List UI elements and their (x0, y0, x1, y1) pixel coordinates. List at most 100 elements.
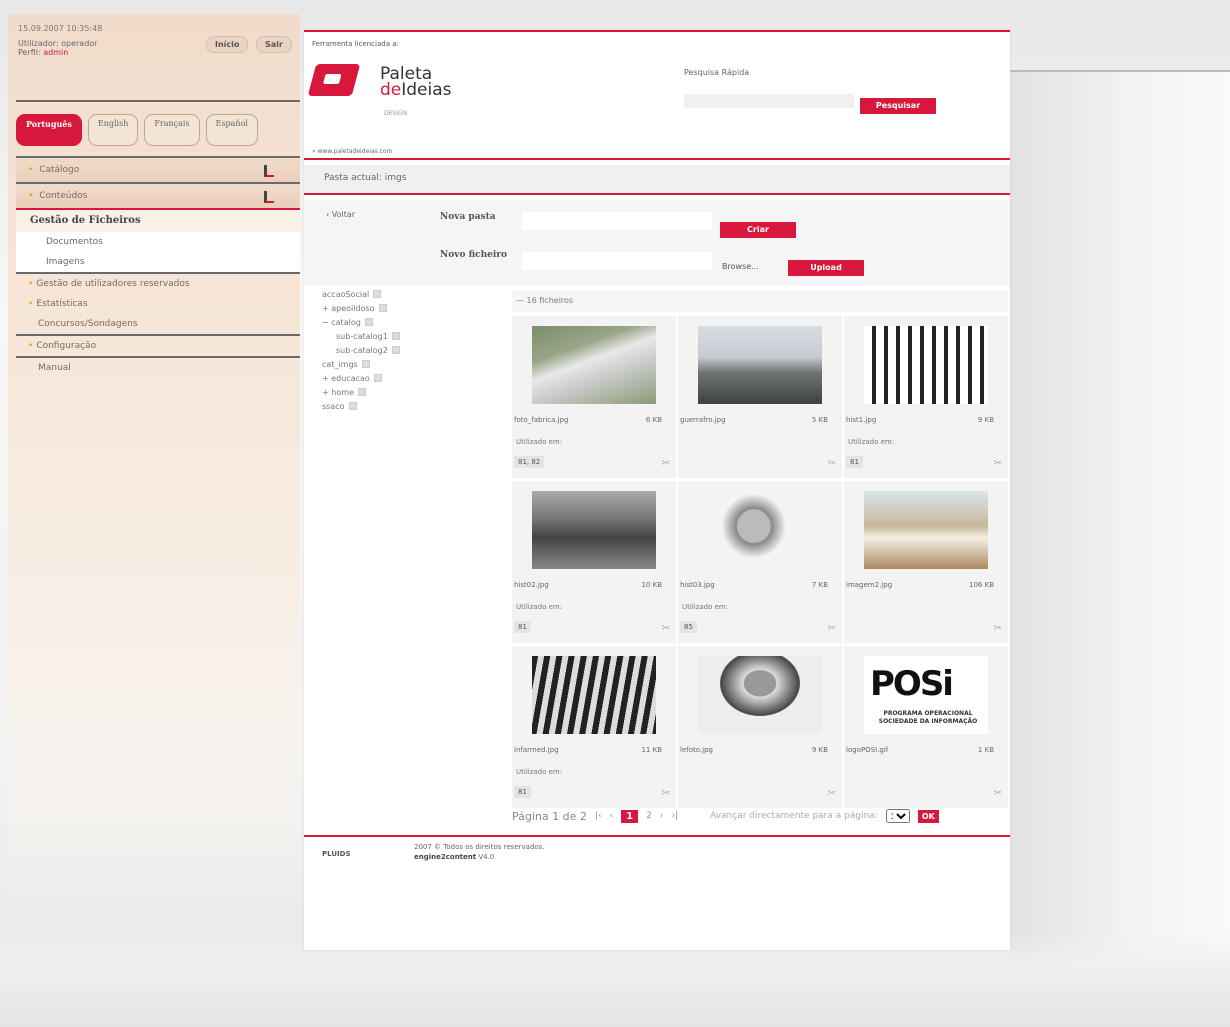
file-thumbnail[interactable] (532, 491, 656, 569)
tree-item[interactable]: sub-catalog1 (322, 330, 502, 344)
folder-action-icon[interactable] (391, 332, 400, 340)
goto-page-select[interactable]: 1 (885, 809, 910, 823)
last-page-button[interactable]: ›| (671, 811, 678, 821)
scissors-icon[interactable]: ✂ (994, 788, 1002, 799)
tree-item[interactable]: − catalog (322, 316, 502, 330)
file-card[interactable]: hist1.jpg 9 KB Utilizado em: 81 ✂ (844, 316, 1008, 478)
tree-item[interactable]: + educacao (322, 372, 502, 386)
tree-item[interactable]: accaoSocial (322, 288, 502, 302)
page-2-button[interactable]: 2 (646, 811, 652, 821)
paleta-logo-icon (307, 64, 361, 96)
menu-item-concursos[interactable]: Concursos/Sondagens (16, 314, 300, 334)
tree-item[interactable]: + home (322, 386, 502, 400)
file-thumbnail[interactable] (864, 326, 988, 404)
file-card[interactable]: foto_fabrica.jpg 6 KB Utilizado em: 81, 82 ✂ (512, 316, 676, 478)
file-card[interactable]: lefoto.jpg 9 KB ✂ (678, 646, 842, 808)
menu-item-gestao-utilizadores[interactable]: • Gestão de utilizadores reservados (16, 274, 300, 294)
search-input[interactable] (684, 94, 854, 108)
file-thumbnail[interactable] (698, 491, 822, 569)
scissors-icon[interactable]: ✂ (828, 788, 836, 799)
inicio-button[interactable]: Início (206, 36, 249, 53)
lang-portugues-button[interactable]: Português (16, 114, 82, 146)
file-thumbnail[interactable] (698, 326, 822, 404)
file-size: 1 KB (977, 746, 994, 754)
file-size: 10 KB (641, 581, 662, 589)
menu-item-conteudos[interactable]: • Conteúdos (16, 182, 300, 208)
folder-action-icon[interactable] (373, 290, 382, 298)
prev-page-button[interactable]: ‹ (610, 811, 614, 821)
file-thumbnail[interactable] (532, 656, 656, 734)
tree-toggle-icon[interactable]: + (322, 388, 331, 397)
tree-toggle-icon[interactable]: + (322, 374, 331, 383)
file-size: 106 KB (969, 581, 994, 589)
file-thumbnail[interactable] (532, 326, 656, 404)
tree-toggle-icon[interactable]: + (322, 304, 331, 313)
site-url-link[interactable]: » www.paletadeideias.com (312, 148, 392, 155)
goto-ok-button[interactable]: OK (917, 809, 939, 823)
file-card[interactable]: POSi PROGRAMA OPERACIONAL SOCIEDADE DA INF… (844, 646, 1008, 808)
submenu-item-documentos[interactable]: Documentos (16, 232, 300, 252)
tree-item[interactable]: ssaco (322, 400, 502, 414)
search-button[interactable]: Pesquisar (860, 98, 936, 114)
tree-item[interactable]: + apeoildoso (322, 302, 502, 316)
criar-button[interactable]: Criar (720, 222, 796, 238)
folder-action-icon[interactable] (357, 388, 366, 396)
submenu-item-imagens[interactable]: Imagens (16, 252, 300, 272)
menu-item-configuracao[interactable]: • Configuração (16, 336, 300, 356)
used-in-tags[interactable]: 85 (680, 621, 697, 633)
lang-espanol-button[interactable]: Español (205, 114, 258, 146)
lang-francais-button[interactable]: Français (144, 114, 200, 146)
tree-toggle-icon[interactable]: − (322, 318, 331, 327)
used-in-label: Utilizado em: (516, 768, 563, 776)
footer-logo: PLUIDS (322, 850, 351, 858)
used-in-tags[interactable]: 81 (514, 786, 531, 798)
perfil-value: admin (43, 48, 69, 57)
file-card[interactable]: imagem2.jpg 106 KB ✂ (844, 481, 1008, 643)
file-thumbnail[interactable] (698, 656, 822, 734)
posi-sub-line2: SOCIEDADE DA INFORMAÇÃO (878, 718, 978, 725)
scissors-icon[interactable]: ✂ (662, 623, 670, 634)
menu-item-manual[interactable]: Manual (16, 358, 300, 378)
menu-item-catalogo[interactable]: • Catálogo (16, 156, 300, 182)
folder-tree-icon[interactable] (264, 191, 274, 203)
file-card[interactable]: hist03.jpg 7 KB Utilizado em: 85 ✂ (678, 481, 842, 643)
lang-english-button[interactable]: English (87, 114, 139, 146)
used-in-tags[interactable]: 81, 82 (514, 456, 545, 468)
pagination: Página 1 de 2 |‹ ‹ 1 2 › ›| Avançar dire… (512, 805, 1008, 827)
upload-button[interactable]: Upload (788, 260, 864, 276)
tree-item[interactable]: sub-catalog2 (322, 344, 502, 358)
scissors-icon[interactable]: ✂ (662, 788, 670, 799)
nova-pasta-input[interactable] (522, 212, 712, 230)
scissors-icon[interactable]: ✂ (662, 458, 670, 469)
sair-button[interactable]: Sair (256, 36, 292, 53)
file-thumbnail[interactable]: POSi PROGRAMA OPERACIONAL SOCIEDADE DA INF… (864, 656, 988, 734)
scissors-icon[interactable]: ✂ (994, 623, 1002, 634)
browse-button[interactable]: Browse... (722, 262, 759, 271)
folder-action-icon[interactable] (378, 304, 387, 312)
used-in-tags[interactable]: 81 (846, 456, 863, 468)
novo-ficheiro-input[interactable] (522, 252, 712, 270)
scissors-icon[interactable]: ✂ (994, 458, 1002, 469)
folder-action-icon[interactable] (364, 318, 373, 326)
file-card[interactable]: infarmed.jpg 11 KB Utilizado em: 81 ✂ (512, 646, 676, 808)
folder-tree-icon[interactable] (264, 165, 274, 177)
tree-item[interactable]: cat_imgs (322, 358, 502, 372)
folder-action-icon[interactable] (391, 346, 400, 354)
folder-action-icon[interactable] (348, 402, 357, 410)
file-size: 11 KB (641, 746, 662, 754)
folder-action-icon[interactable] (373, 374, 382, 382)
current-page[interactable]: 1 (621, 809, 639, 823)
file-thumbnail[interactable] (864, 491, 988, 569)
folder-action-icon[interactable] (361, 360, 370, 368)
file-name: hist03.jpg (680, 581, 715, 589)
scissors-icon[interactable]: ✂ (828, 458, 836, 469)
menu-item-gestao-ficheiros[interactable]: Gestão de Ficheiros (16, 208, 300, 232)
scissors-icon[interactable]: ✂ (828, 623, 836, 634)
first-page-button[interactable]: |‹ (595, 811, 602, 821)
menu-item-estatisticas[interactable]: • Estatísticas (16, 294, 300, 314)
next-page-button[interactable]: › (660, 811, 664, 821)
file-card[interactable]: guerrafro.jpg 5 KB ✂ (678, 316, 842, 478)
file-card[interactable]: hist02.jpg 10 KB Utilizado em: 81 ✂ (512, 481, 676, 643)
used-in-tags[interactable]: 81 (514, 621, 531, 633)
voltar-link[interactable]: ‹ Voltar (326, 210, 355, 219)
